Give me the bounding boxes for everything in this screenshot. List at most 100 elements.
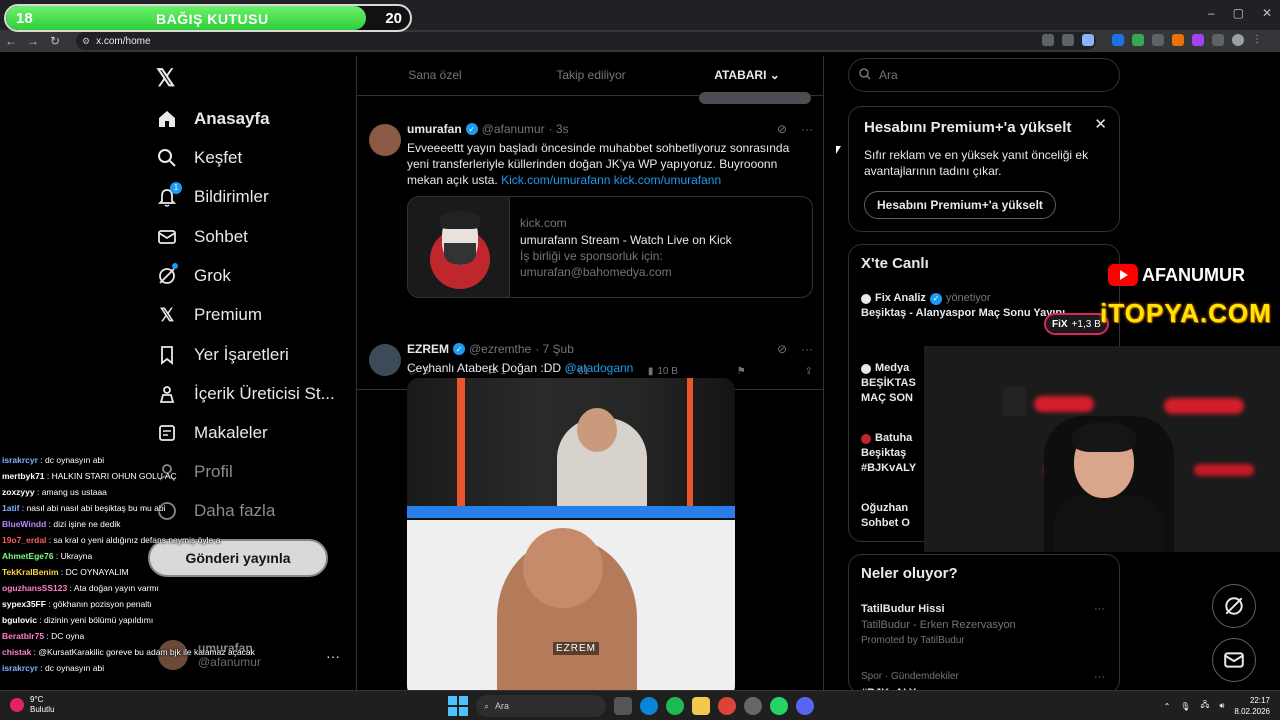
sidebar-item-premium[interactable]: 𝕏 Premium [156,304,262,326]
maximize-icon[interactable]: ▢ [1233,6,1244,20]
weather-widget[interactable]: 9°C Bulutlu [10,695,54,715]
more-dots-icon[interactable]: ··· [801,122,813,136]
host-avatar [861,363,871,374]
tab-for-you[interactable]: Sana özel [357,56,513,95]
site-info-icon[interactable]: ⚙ [82,36,90,47]
live-title: X'te Canlı [861,255,929,272]
sidebar-item-label: İçerik Üreticisi St... [194,384,335,403]
back-icon[interactable]: ← [0,34,22,48]
grok-icon[interactable]: ⊘ [777,342,787,356]
extension-icon[interactable] [1132,34,1144,46]
tweet-links[interactable]: Kick.com/umurafann kick.com/umurafann [501,173,721,187]
messages-fab[interactable] [1212,638,1256,682]
avatar[interactable] [369,124,401,156]
extension-icon[interactable] [1172,34,1184,46]
forward-icon[interactable]: → [22,34,44,48]
whatsapp-icon[interactable] [770,697,788,715]
host-avatar [861,433,871,444]
discord-icon[interactable] [796,697,814,715]
sidebar-item-explore[interactable]: Keşfet [156,147,242,169]
more-dots-icon[interactable]: ··· [801,342,813,356]
media-neon-light [457,378,465,508]
chat-line: oguzhansSS123 : Ata doğan yayın varmı [2,583,159,593]
reload-icon[interactable]: ↻ [44,34,66,48]
taskbar-search[interactable]: ⌕ Ara [476,695,606,717]
more-dots-icon[interactable]: ··· [1094,601,1105,617]
media-caption: EZREM [553,642,599,655]
tab-following[interactable]: Takip ediliyor [513,56,669,95]
close-icon[interactable]: ✕ [1094,115,1107,133]
chevron-down-icon: ⌄ [769,68,780,82]
chevron-up-icon[interactable]: ⌃ [1164,702,1171,711]
app-icon[interactable] [744,697,762,715]
x-logo-icon[interactable]: 𝕏 [156,64,175,93]
zoom-icon[interactable] [1042,34,1054,46]
mic-icon[interactable]: 🎙︎ [1180,702,1190,711]
webcam-led [1164,398,1244,414]
tweet[interactable]: EZREM ✓ @ezremthe · 7 Şub ⊘ ··· Ceyhanlı… [357,334,823,690]
link-card[interactable]: kick.com umurafann Stream - Watch Live o… [407,196,813,298]
minimize-icon[interactable]: – [1208,6,1215,20]
host-avatar [861,293,871,304]
tab-atabari[interactable]: ATABARI ⌄ [669,56,823,95]
verified-icon: ✓ [929,292,942,305]
task-view-icon[interactable] [614,697,632,715]
tab-label: Takip ediliyor [556,68,626,82]
sidebar-item-messages[interactable]: Sohbet [156,226,248,248]
more-dots-icon[interactable]: ··· [1094,669,1105,685]
extension-icon[interactable] [1192,34,1204,46]
sidebar-item-grok[interactable]: Grok [156,263,231,287]
network-icon[interactable]: 🖧︎ [1200,699,1209,713]
cast-icon[interactable] [1062,34,1074,46]
puzzle-icon[interactable] [1212,34,1224,46]
creator-studio-icon [156,383,178,405]
sidebar-item-label: Bildirimler [194,187,269,206]
donation-progress-bar: 18 BAĞIŞ KUTUSU 20 [4,4,412,32]
chat-user: israkrcyr [2,455,38,465]
sidebar-item-bookmarks[interactable]: Yer İşaretleri [156,344,289,366]
close-icon[interactable]: ✕ [1262,6,1272,20]
address-bar[interactable]: ⚙ x.com/home [76,32,1096,50]
tab-label: Sana özel [408,68,462,82]
spotify-icon[interactable] [666,697,684,715]
chat-message: sa kral o yeni aldığınız defans neymiş ö… [53,535,221,545]
sidebar-item-home[interactable]: Anasayfa [156,108,270,130]
tweet-time[interactable]: · 7 Şub [535,342,574,356]
avatar[interactable] [1232,34,1244,46]
sidebar-item-articles[interactable]: Makaleler [156,422,268,444]
chrome-icon[interactable] [718,697,736,715]
new-posts-pill[interactable] [699,92,811,104]
url-text: x.com/home [96,35,151,47]
edge-icon[interactable] [640,697,658,715]
avatar[interactable] [369,344,401,376]
search-icon [156,147,178,169]
mention-link[interactable]: @atadogann [564,361,633,375]
grok-fab[interactable] [1212,584,1256,628]
chat-message: Ukrayna [60,551,93,561]
upgrade-button[interactable]: Hesabını Premium+'a yükselt [864,191,1056,219]
weather-icon [10,698,24,712]
tweet-media[interactable]: EZREM [407,378,735,690]
volume-icon[interactable]: 🔊︎ [1219,701,1224,711]
sidebar-item-creator-studio[interactable]: İçerik Üreticisi St... [156,383,335,405]
tweet-time[interactable]: · 3s [549,122,569,136]
card-thumbnail [408,197,510,297]
more-dots-icon[interactable]: ··· [326,648,340,664]
tweet-author-handle[interactable]: @afanumur [482,122,545,136]
sidebar-item-notifications[interactable]: 1 Bildirimler [156,182,269,208]
tweet-author-handle[interactable]: @ezremthe [469,342,531,356]
trend-item[interactable]: TatilBudur Hissi TatilBudur - Erken Reze… [861,601,1111,649]
tweet-author-name[interactable]: EZREM [407,342,449,356]
kebab-menu-icon[interactable]: ⋮ [1252,34,1264,46]
tweet-author-name[interactable]: umurafan [407,122,462,136]
grok-icon[interactable]: ⊘ [777,122,787,136]
search-input[interactable]: Ara [848,58,1120,92]
extension-icon[interactable] [1152,34,1164,46]
extension-icon[interactable] [1112,34,1124,46]
file-explorer-icon[interactable] [692,697,710,715]
clock[interactable]: 22:17 8.02.2026 [1234,695,1270,717]
chat-message: Ata doğan yayın varmı [73,583,159,593]
windows-start-icon[interactable] [448,696,468,716]
star-icon[interactable] [1082,34,1094,46]
windows-taskbar: 9°C Bulutlu ⌕ Ara ⌃ 🎙︎ 🖧︎ 🔊︎ 22:17 8.02.… [0,690,1280,720]
